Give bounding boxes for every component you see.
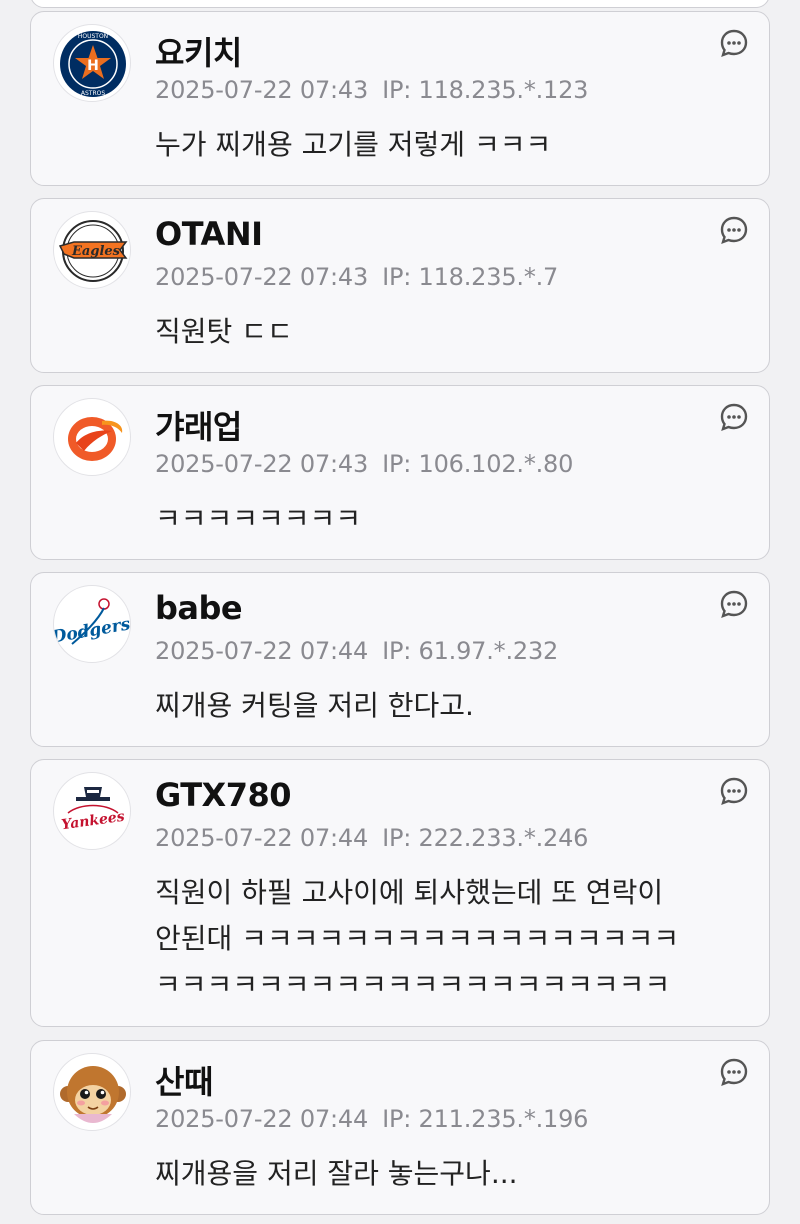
comment-date: 2025-07-22 07:44 xyxy=(155,1105,369,1133)
comment-card: Yankees GTX780 2025-07-22 07:44 IP: 222.2… xyxy=(30,759,770,1027)
monkey-character-icon[interactable] xyxy=(53,1053,131,1131)
comment-nickname[interactable]: babe xyxy=(155,589,243,627)
orange-swirl-logo-icon[interactable] xyxy=(53,398,131,476)
yankees-logo-icon[interactable]: Yankees xyxy=(53,772,131,850)
comment-card: 갸래업 2025-07-22 07:43 IP: 106.102.*.80 ㅋㅋㅋ… xyxy=(30,385,770,560)
comment-meta: 2025-07-22 07:44 IP: 211.235.*.196 xyxy=(155,1105,588,1133)
reply-bubble-icon[interactable] xyxy=(719,776,749,806)
comment-text: 직원탓 ㄷㄷ xyxy=(155,315,293,348)
reply-bubble-icon[interactable] xyxy=(719,215,749,245)
comment-ip: IP: 106.102.*.80 xyxy=(382,450,574,478)
comment-text: 찌개용을 저리 잘라 놓는구나... xyxy=(155,1157,518,1190)
comment-ip: IP: 118.235.*.7 xyxy=(382,263,559,291)
comment-card: H HOUSTON ASTROS 요키치 2025-07-22 07:43 IP:… xyxy=(30,11,770,186)
reply-bubble-icon[interactable] xyxy=(719,1057,749,1087)
comment-card: Dodgers babe 2025-07-22 07:44 IP: 61.97.*… xyxy=(30,572,770,747)
eagles-logo-icon[interactable]: Eagles xyxy=(53,211,131,289)
comment-ip: IP: 61.97.*.232 xyxy=(382,637,559,665)
comment-date: 2025-07-22 07:43 xyxy=(155,76,369,104)
comment-nickname[interactable]: 갸래업 xyxy=(155,402,242,448)
previous-comment-card-edge xyxy=(30,0,770,8)
svg-text:ASTROS: ASTROS xyxy=(81,90,105,97)
astros-logo-icon[interactable]: H HOUSTON ASTROS xyxy=(53,24,131,102)
comment-text: 직원이 하필 고사이에 퇴사했는데 또 연락이 안된대 ㅋㅋㅋㅋㅋㅋㅋㅋㅋㅋㅋㅋ… xyxy=(155,876,680,1001)
comment-nickname[interactable]: GTX780 xyxy=(155,776,292,814)
comment-text: ㅋㅋㅋㅋㅋㅋㅋㅋ xyxy=(155,502,362,535)
reply-bubble-icon[interactable] xyxy=(719,28,749,58)
comment-date: 2025-07-22 07:44 xyxy=(155,824,369,852)
comment-date: 2025-07-22 07:43 xyxy=(155,263,369,291)
comment-nickname[interactable]: 요키치 xyxy=(155,28,242,74)
svg-text:Yankees: Yankees xyxy=(60,809,125,834)
comment-nickname[interactable]: OTANI xyxy=(155,215,263,253)
comment-ip: IP: 211.235.*.196 xyxy=(382,1105,589,1133)
svg-text:HOUSTON: HOUSTON xyxy=(78,33,108,40)
svg-text:H: H xyxy=(87,58,99,74)
dodgers-logo-icon[interactable]: Dodgers xyxy=(53,585,131,663)
comment-list: H HOUSTON ASTROS 요키치 2025-07-22 07:43 IP:… xyxy=(0,0,800,1224)
comment-card: 산때 2025-07-22 07:44 IP: 211.235.*.196 찌개용… xyxy=(30,1040,770,1215)
comment-date: 2025-07-22 07:44 xyxy=(155,637,369,665)
comment-ip: IP: 118.235.*.123 xyxy=(382,76,589,104)
reply-bubble-icon[interactable] xyxy=(719,402,749,432)
reply-bubble-icon[interactable] xyxy=(719,589,749,619)
svg-text:Eagles: Eagles xyxy=(71,244,121,259)
comment-ip: IP: 222.233.*.246 xyxy=(382,824,589,852)
comment-text: 찌개용 커팅을 저리 한다고. xyxy=(155,689,474,722)
comment-text: 누가 찌개용 고기를 저렇게 ㅋㅋㅋ xyxy=(155,128,552,161)
comment-nickname[interactable]: 산때 xyxy=(155,1057,213,1103)
comment-meta: 2025-07-22 07:44 IP: 61.97.*.232 xyxy=(155,637,558,665)
comment-meta: 2025-07-22 07:43 IP: 106.102.*.80 xyxy=(155,450,573,478)
comment-meta: 2025-07-22 07:43 IP: 118.235.*.123 xyxy=(155,76,588,104)
comment-meta: 2025-07-22 07:44 IP: 222.233.*.246 xyxy=(155,824,588,852)
svg-text:Dodgers: Dodgers xyxy=(54,614,131,648)
comment-meta: 2025-07-22 07:43 IP: 118.235.*.7 xyxy=(155,263,558,291)
comment-date: 2025-07-22 07:43 xyxy=(155,450,369,478)
comment-card: Eagles OTANI 2025-07-22 07:43 IP: 118.235… xyxy=(30,198,770,373)
